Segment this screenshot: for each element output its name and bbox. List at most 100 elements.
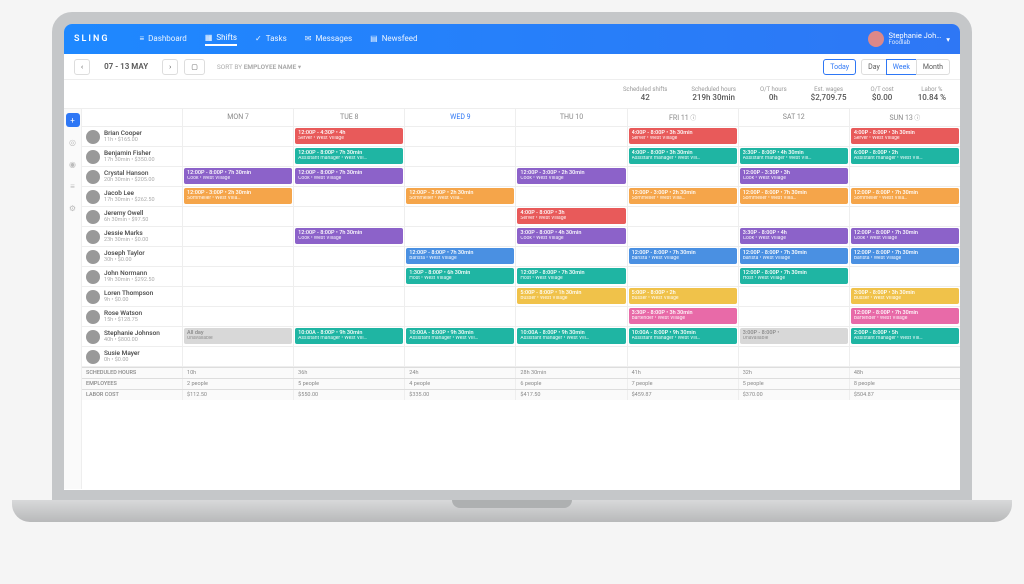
user-menu[interactable]: Stephanie Joh… Foodlab ▾ bbox=[868, 31, 950, 47]
location-icon[interactable]: ◎ bbox=[66, 135, 80, 149]
shift-cell[interactable]: 12:00P - 3:00P • 2h 30minSommelier • Wes… bbox=[627, 187, 738, 206]
day-header[interactable]: THU 10 bbox=[515, 109, 626, 126]
shift-cell[interactable]: 12:00P - 3:00P • 2h 30minCook • West Vil… bbox=[515, 167, 626, 186]
empty-cell[interactable] bbox=[293, 347, 404, 366]
empty-cell[interactable] bbox=[182, 247, 293, 266]
empty-cell[interactable] bbox=[404, 147, 515, 166]
day-header[interactable]: MON 7 bbox=[182, 109, 293, 126]
shift-cell[interactable]: 3:30P - 8:00P • 4hCook • West Village bbox=[738, 227, 849, 246]
empty-cell[interactable] bbox=[293, 307, 404, 326]
shift-cell[interactable]: 3:00P - 8:00P • 4h 30minCook • West Vill… bbox=[515, 227, 626, 246]
shift-cell[interactable]: 10:00A - 8:00P • 9h 30minAssistant manag… bbox=[515, 327, 626, 346]
shift-cell[interactable]: 4:00P - 8:00P • 3h 30minServer • West Vi… bbox=[849, 127, 960, 146]
shift-cell[interactable]: 5:00P - 8:00P • 1h 30minBusser • West Vi… bbox=[515, 287, 626, 306]
shift-cell[interactable]: 3:30P - 8:00P • 3h 30minBartender • West… bbox=[627, 307, 738, 326]
empty-cell[interactable] bbox=[182, 287, 293, 306]
shift-cell[interactable]: 4:00P - 8:00P • 3h 30minAssistant manage… bbox=[627, 147, 738, 166]
shift-cell[interactable]: 4:00P - 8:00P • 3h 30minServer • West Vi… bbox=[627, 127, 738, 146]
prev-week-button[interactable]: ‹ bbox=[74, 59, 90, 75]
employee-cell[interactable]: Stephanie Johnson 40h • $800.00 bbox=[82, 327, 182, 346]
empty-cell[interactable] bbox=[738, 347, 849, 366]
empty-cell[interactable] bbox=[404, 207, 515, 226]
empty-cell[interactable] bbox=[627, 207, 738, 226]
shift-cell[interactable]: 12:00P - 3:00P • 2h 30minSommelier • Wes… bbox=[182, 187, 293, 206]
shift-cell[interactable]: 12:00P - 8:00P • 7h 30minSommelier • Wes… bbox=[849, 187, 960, 206]
empty-cell[interactable] bbox=[515, 307, 626, 326]
next-week-button[interactable]: › bbox=[162, 59, 178, 75]
empty-cell[interactable] bbox=[849, 167, 960, 186]
day-header[interactable]: WED 9 bbox=[404, 109, 515, 126]
shift-cell[interactable]: 12:00P - 8:00P • 7h 30minBarista • West … bbox=[627, 247, 738, 266]
view-day[interactable]: Day bbox=[861, 59, 887, 75]
shift-cell[interactable]: 6:00P - 8:00P • 2hAssistant manager • We… bbox=[849, 147, 960, 166]
shift-cell[interactable]: 3:30P - 8:00P • 4h 30minAssistant manage… bbox=[738, 147, 849, 166]
empty-cell[interactable] bbox=[627, 267, 738, 286]
shift-cell[interactable]: 12:00P - 8:00P • 7h 30minBartender • Wes… bbox=[849, 307, 960, 326]
today-button[interactable]: Today bbox=[823, 59, 856, 75]
add-shift-button[interactable]: + bbox=[66, 113, 80, 127]
empty-cell[interactable] bbox=[627, 227, 738, 246]
shift-cell[interactable]: 10:00A - 8:00P • 9h 30minAssistant manag… bbox=[293, 327, 404, 346]
empty-cell[interactable] bbox=[627, 167, 738, 186]
shift-cell[interactable]: 3:00P - 8:00P • 3h 30minBusser • West Vi… bbox=[849, 287, 960, 306]
employee-cell[interactable]: Benjamin Fisher 17h 30min • $350.00 bbox=[82, 147, 182, 166]
nav-newsfeed[interactable]: ▤Newsfeed bbox=[370, 34, 417, 45]
empty-cell[interactable] bbox=[293, 207, 404, 226]
employee-cell[interactable]: Jessie Marks 23h 30min • $0.00 bbox=[82, 227, 182, 246]
empty-cell[interactable] bbox=[293, 187, 404, 206]
empty-cell[interactable] bbox=[182, 307, 293, 326]
employee-cell[interactable]: Jeremy Owell 6h 30min • $97.50 bbox=[82, 207, 182, 226]
empty-cell[interactable] bbox=[182, 267, 293, 286]
shift-cell[interactable]: 5:00P - 8:00P • 2hBusser • West Village bbox=[627, 287, 738, 306]
shift-cell[interactable]: All dayUnavailable bbox=[182, 327, 293, 346]
shift-cell[interactable]: 12:00P - 8:00P • 7h 30minBarista • West … bbox=[849, 247, 960, 266]
employee-cell[interactable]: Rose Watson 15h • $128.75 bbox=[82, 307, 182, 326]
empty-cell[interactable] bbox=[293, 267, 404, 286]
shift-cell[interactable]: 10:00A - 8:00P • 9h 30minAssistant manag… bbox=[404, 327, 515, 346]
empty-cell[interactable] bbox=[404, 287, 515, 306]
shift-cell[interactable]: 12:00P - 4:30P • 4hServer • West Village bbox=[293, 127, 404, 146]
empty-cell[interactable] bbox=[738, 207, 849, 226]
employee-cell[interactable]: Crystal Hanson 20h 30min • $205.00 bbox=[82, 167, 182, 186]
employee-cell[interactable]: Joseph Taylor 30h • $0.00 bbox=[82, 247, 182, 266]
empty-cell[interactable] bbox=[182, 227, 293, 246]
empty-cell[interactable] bbox=[404, 307, 515, 326]
shift-cell[interactable]: 4:00P - 8:00P • 3hServer • West Village bbox=[515, 207, 626, 226]
empty-cell[interactable] bbox=[849, 267, 960, 286]
empty-cell[interactable] bbox=[404, 127, 515, 146]
calendar-button[interactable]: ▢ bbox=[184, 59, 205, 75]
shift-cell[interactable]: 12:00P - 8:00P • 7h 30minCook • West Vil… bbox=[849, 227, 960, 246]
empty-cell[interactable] bbox=[515, 347, 626, 366]
empty-cell[interactable] bbox=[182, 347, 293, 366]
view-week[interactable]: Week bbox=[886, 59, 917, 75]
empty-cell[interactable] bbox=[182, 207, 293, 226]
empty-cell[interactable] bbox=[738, 127, 849, 146]
employee-cell[interactable]: Brian Cooper 11h • $165.00 bbox=[82, 127, 182, 146]
employee-cell[interactable]: Loren Thompson 9h • $0.00 bbox=[82, 287, 182, 306]
shift-cell[interactable]: 12:00P - 3:30P • 3hCook • West Village bbox=[738, 167, 849, 186]
day-header[interactable]: SAT 12 bbox=[738, 109, 849, 126]
empty-cell[interactable] bbox=[404, 227, 515, 246]
empty-cell[interactable] bbox=[404, 167, 515, 186]
empty-cell[interactable] bbox=[849, 207, 960, 226]
empty-cell[interactable] bbox=[849, 347, 960, 366]
empty-cell[interactable] bbox=[293, 287, 404, 306]
empty-cell[interactable] bbox=[738, 287, 849, 306]
empty-cell[interactable] bbox=[182, 147, 293, 166]
empty-cell[interactable] bbox=[738, 307, 849, 326]
shift-cell[interactable]: 12:00P - 8:00P • 7h 30minAssistant manag… bbox=[293, 147, 404, 166]
day-header[interactable]: FRI 11 bbox=[627, 109, 738, 126]
people-icon[interactable]: ◉ bbox=[66, 157, 80, 171]
empty-cell[interactable] bbox=[515, 247, 626, 266]
shift-cell[interactable]: 12:00P - 8:00P • 7h 30minBarista • West … bbox=[404, 247, 515, 266]
date-range[interactable]: 07 - 13 MAY bbox=[96, 62, 156, 71]
shift-cell[interactable]: 12:00P - 8:00P • 7h 30minBarista • West … bbox=[738, 247, 849, 266]
view-month[interactable]: Month bbox=[916, 59, 950, 75]
empty-cell[interactable] bbox=[182, 127, 293, 146]
shift-cell[interactable]: 12:00P - 3:00P • 2h 30minSommelier • Wes… bbox=[404, 187, 515, 206]
employee-cell[interactable]: John Normann 19h 30min • $292.50 bbox=[82, 267, 182, 286]
employee-cell[interactable]: Susie Mayer 0h • $0.00 bbox=[82, 347, 182, 366]
empty-cell[interactable] bbox=[404, 347, 515, 366]
nav-messages[interactable]: ✉Messages bbox=[305, 34, 352, 45]
empty-cell[interactable] bbox=[515, 187, 626, 206]
